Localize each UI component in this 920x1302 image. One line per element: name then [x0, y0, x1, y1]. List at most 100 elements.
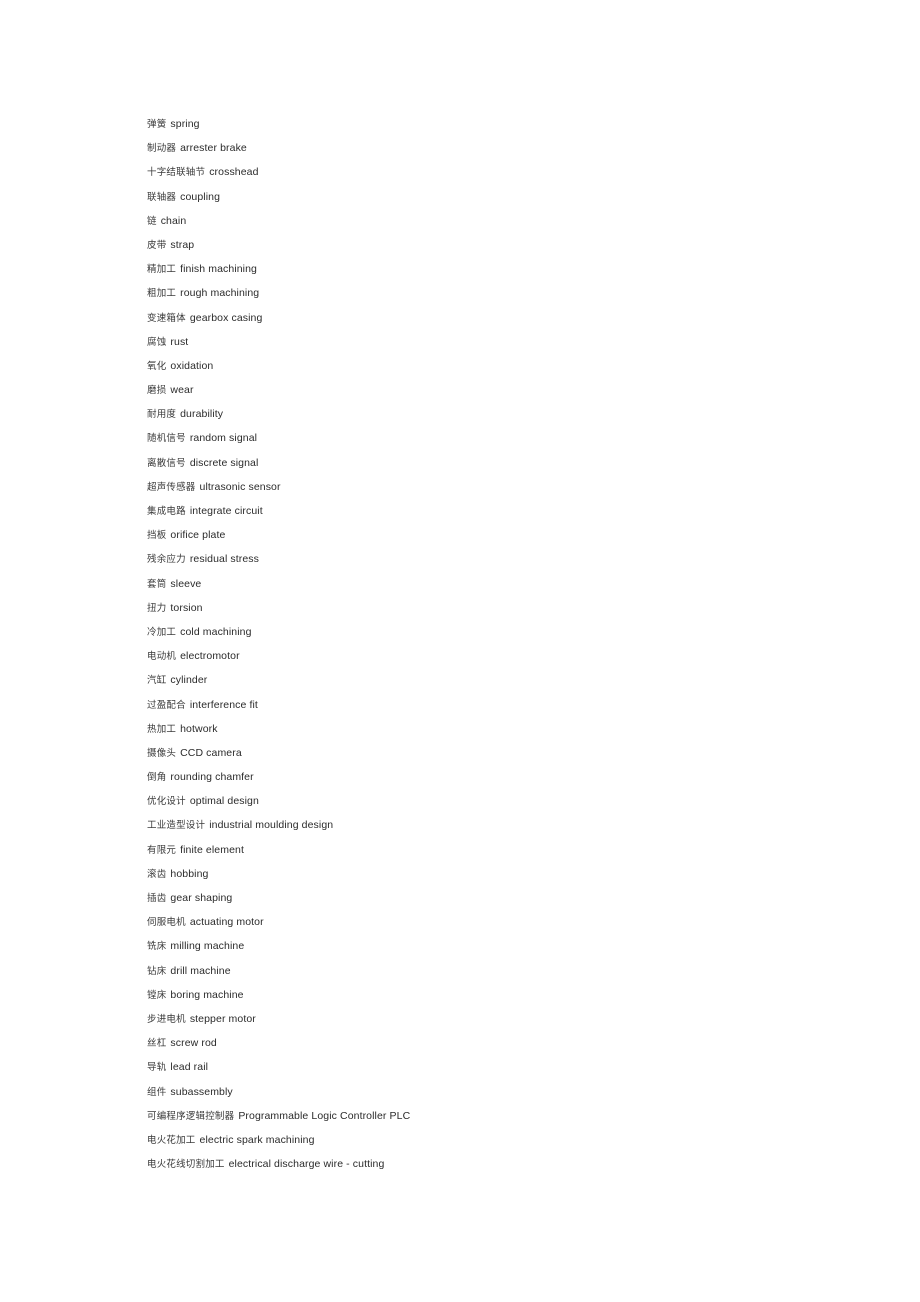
- term-chinese: 离散信号: [147, 457, 186, 469]
- term-english: torsion: [170, 601, 203, 614]
- glossary-entry: 磨损 wear: [147, 378, 887, 402]
- glossary-entry: 随机信号 random signal: [147, 426, 887, 450]
- term-english: arrester brake: [180, 142, 247, 155]
- term-english: gearbox casing: [189, 311, 263, 324]
- term-chinese: 步进电机: [147, 1013, 186, 1025]
- term-chinese: 过盈配合: [147, 699, 186, 711]
- term-chinese: 皮带: [147, 239, 167, 251]
- term-english: residual stress: [189, 553, 260, 566]
- term-english: sleeve: [170, 577, 202, 590]
- term-english: spring: [170, 118, 200, 130]
- term-chinese: 优化设计: [147, 796, 186, 808]
- glossary-entry: 变速箱体 gearbox casing: [147, 306, 887, 330]
- glossary-entry: 粗加工 rough machining: [147, 281, 887, 305]
- term-chinese: 汽缸: [147, 675, 167, 687]
- glossary-entry: 铣床 milling machine: [147, 934, 887, 958]
- glossary-entry: 套筒 sleeve: [147, 572, 887, 596]
- term-english: optimal design: [189, 795, 259, 808]
- term-english: hobbing: [170, 867, 209, 880]
- glossary-entry: 制动器 arrester brake: [147, 136, 887, 160]
- glossary-entry: 链 chain: [147, 209, 887, 233]
- term-english: Programmable Logic Controller PLC: [238, 1109, 411, 1122]
- term-english: CCD camera: [180, 746, 242, 759]
- term-chinese: 摄像头: [147, 747, 177, 759]
- term-chinese: 集成电路: [147, 506, 186, 517]
- term-chinese: 有限元: [147, 844, 177, 856]
- glossary-entry: 插齿 gear shaping: [147, 886, 887, 910]
- term-chinese: 扭力: [147, 602, 167, 614]
- term-english: strap: [170, 238, 195, 251]
- term-chinese: 铣床: [147, 941, 167, 953]
- term-chinese: 磨损: [147, 385, 167, 397]
- glossary-entry: 过盈配合 interference fit: [147, 693, 887, 717]
- term-chinese: 电火花加工: [147, 1134, 196, 1146]
- glossary-entry: 丝杠 screw rod: [147, 1031, 887, 1055]
- term-english: integrate circuit: [189, 505, 263, 517]
- glossary-entry: 组件 subassembly: [147, 1080, 887, 1104]
- term-chinese: 挡板: [147, 530, 167, 542]
- term-english: rounding chamfer: [170, 771, 254, 784]
- glossary-entry: 汽缸 cylinder: [147, 668, 887, 692]
- glossary-entry: 冷加工 cold machining: [147, 620, 887, 644]
- glossary-entry: 十字结联轴节 crosshead: [147, 160, 887, 184]
- term-chinese: 丝杠: [147, 1038, 167, 1050]
- term-chinese: 工业造型设计: [147, 820, 206, 832]
- glossary-entry: 电动机 electromotor: [147, 644, 887, 668]
- term-english: finite element: [180, 843, 244, 856]
- term-chinese: 制动器: [147, 143, 177, 155]
- glossary-entry: 氧化 oxidation: [147, 354, 887, 378]
- term-english: oxidation: [170, 359, 214, 372]
- term-chinese: 粗加工: [147, 288, 177, 300]
- glossary-entry: 腐蚀 rust: [147, 330, 887, 354]
- term-chinese: 弹簧: [147, 119, 167, 130]
- glossary-entry: 伺服电机 actuating motor: [147, 910, 887, 934]
- term-english: rough machining: [180, 287, 260, 300]
- term-chinese: 导轨: [147, 1062, 167, 1074]
- term-chinese: 钻床: [147, 965, 167, 977]
- term-chinese: 超声传感器: [147, 481, 196, 493]
- term-english: electromotor: [180, 650, 240, 663]
- term-english: cold machining: [180, 625, 252, 638]
- term-english: finish machining: [180, 263, 257, 276]
- glossary-entry: 耐用度 durability: [147, 402, 887, 426]
- term-chinese: 腐蚀: [147, 336, 167, 348]
- glossary-entry: 滚齿 hobbing: [147, 862, 887, 886]
- term-chinese: 十字结联轴节: [147, 167, 206, 179]
- glossary-entry: 精加工 finish machining: [147, 257, 887, 281]
- term-english: boring machine: [170, 988, 244, 1001]
- term-chinese: 耐用度: [147, 409, 177, 421]
- glossary-entry: 弹簧 spring: [147, 112, 887, 136]
- term-english: ultrasonic sensor: [199, 480, 281, 493]
- term-english: subassembly: [170, 1085, 233, 1098]
- glossary-entry: 热加工 hotwork: [147, 717, 887, 741]
- term-chinese: 电火花线切割加工: [147, 1159, 225, 1171]
- glossary-entry: 倒角 rounding chamfer: [147, 765, 887, 789]
- term-english: interference fit: [189, 698, 258, 711]
- glossary-list: 弹簧 spring 制动器 arrester brake 十字结联轴节 crosshead…: [147, 112, 887, 1176]
- term-chinese: 冷加工: [147, 626, 177, 638]
- term-chinese: 滚齿: [147, 868, 167, 880]
- glossary-entry: 步进电机 stepper motor: [147, 1007, 887, 1031]
- glossary-entry: 超声传感器 ultrasonic sensor: [147, 475, 887, 499]
- term-english: lead rail: [170, 1061, 209, 1074]
- term-chinese: 精加工: [147, 264, 177, 276]
- glossary-entry: 有限元 finite element: [147, 838, 887, 862]
- glossary-entry: 可编程序逻辑控制器 Programmable Logic Controller P…: [147, 1104, 887, 1128]
- term-chinese: 插齿: [147, 893, 167, 904]
- glossary-entry: 挡板 orifice plate: [147, 523, 887, 547]
- glossary-entry: 优化设计 optimal design: [147, 789, 887, 813]
- term-english: hotwork: [180, 722, 218, 735]
- glossary-entry: 镗床 boring machine: [147, 983, 887, 1007]
- term-english: electrical discharge wire - cutting: [228, 1158, 385, 1171]
- term-english: wear: [170, 384, 194, 397]
- term-chinese: 氧化: [147, 360, 167, 372]
- term-english: stepper motor: [189, 1012, 256, 1025]
- term-chinese: 可编程序逻辑控制器: [147, 1110, 235, 1122]
- term-english: drill machine: [170, 964, 231, 977]
- glossary-entry: 皮带 strap: [147, 233, 887, 257]
- glossary-entry: 扭力 torsion: [147, 596, 887, 620]
- term-english: chain: [160, 214, 187, 227]
- glossary-entry: 集成电路 integrate circuit: [147, 499, 887, 523]
- glossary-entry: 残余应力 residual stress: [147, 547, 887, 571]
- term-english: screw rod: [170, 1037, 217, 1050]
